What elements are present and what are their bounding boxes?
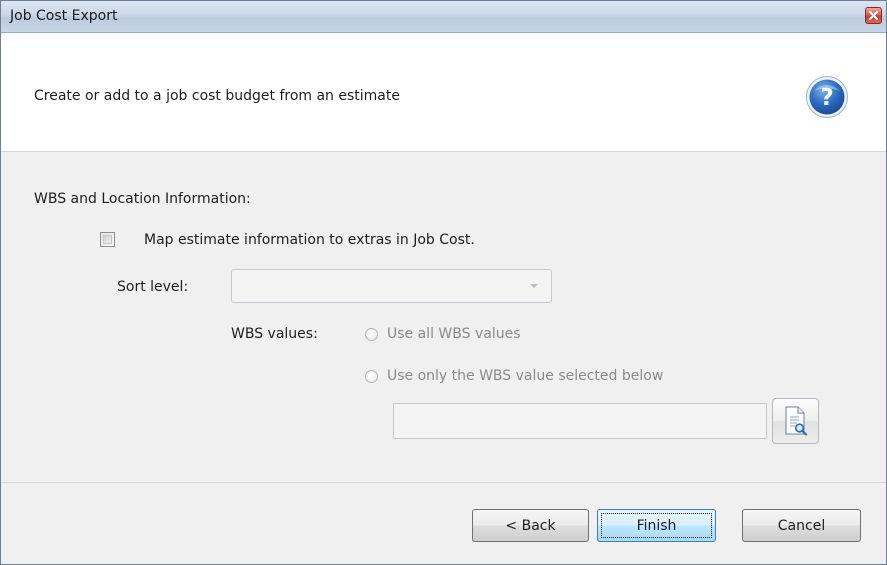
window-title: Job Cost Export xyxy=(10,8,118,24)
use-selected-wbs-radio[interactable] xyxy=(365,370,378,383)
back-button[interactable]: < Back xyxy=(472,509,589,542)
back-button-label: < Back xyxy=(505,517,556,534)
dialog-header: Create or add to a job cost budget from … xyxy=(1,33,886,152)
question-mark-circle-icon[interactable]: ? xyxy=(805,75,849,119)
chevron-down-icon xyxy=(530,284,538,288)
map-extras-checkbox[interactable] xyxy=(100,232,115,247)
section-heading: WBS and Location Information: xyxy=(34,191,251,207)
header-description: Create or add to a job cost budget from … xyxy=(34,88,400,104)
use-selected-wbs-label[interactable]: Use only the WBS value selected below xyxy=(387,368,663,384)
sort-level-dropdown[interactable] xyxy=(231,269,552,303)
finish-button-label: Finish xyxy=(636,517,677,534)
wbs-value-field[interactable] xyxy=(393,403,767,439)
sort-level-label: Sort level: xyxy=(117,279,189,295)
close-button[interactable] xyxy=(865,7,882,24)
document-search-icon xyxy=(785,406,808,436)
map-extras-label[interactable]: Map estimate information to extras in Jo… xyxy=(144,232,475,248)
cancel-button-label: Cancel xyxy=(777,517,826,534)
wbs-values-label: WBS values: xyxy=(231,326,318,342)
use-all-wbs-radio[interactable] xyxy=(365,328,378,341)
svg-text:?: ? xyxy=(820,85,833,111)
finish-button[interactable]: Finish xyxy=(597,509,716,542)
use-all-wbs-label[interactable]: Use all WBS values xyxy=(387,326,521,342)
title-bar[interactable]: Job Cost Export xyxy=(1,1,886,33)
close-icon xyxy=(869,11,878,20)
cancel-button[interactable]: Cancel xyxy=(742,509,861,542)
browse-wbs-button[interactable] xyxy=(772,398,819,444)
job-cost-export-dialog: Job Cost Export Create or add to a job c… xyxy=(0,0,887,565)
